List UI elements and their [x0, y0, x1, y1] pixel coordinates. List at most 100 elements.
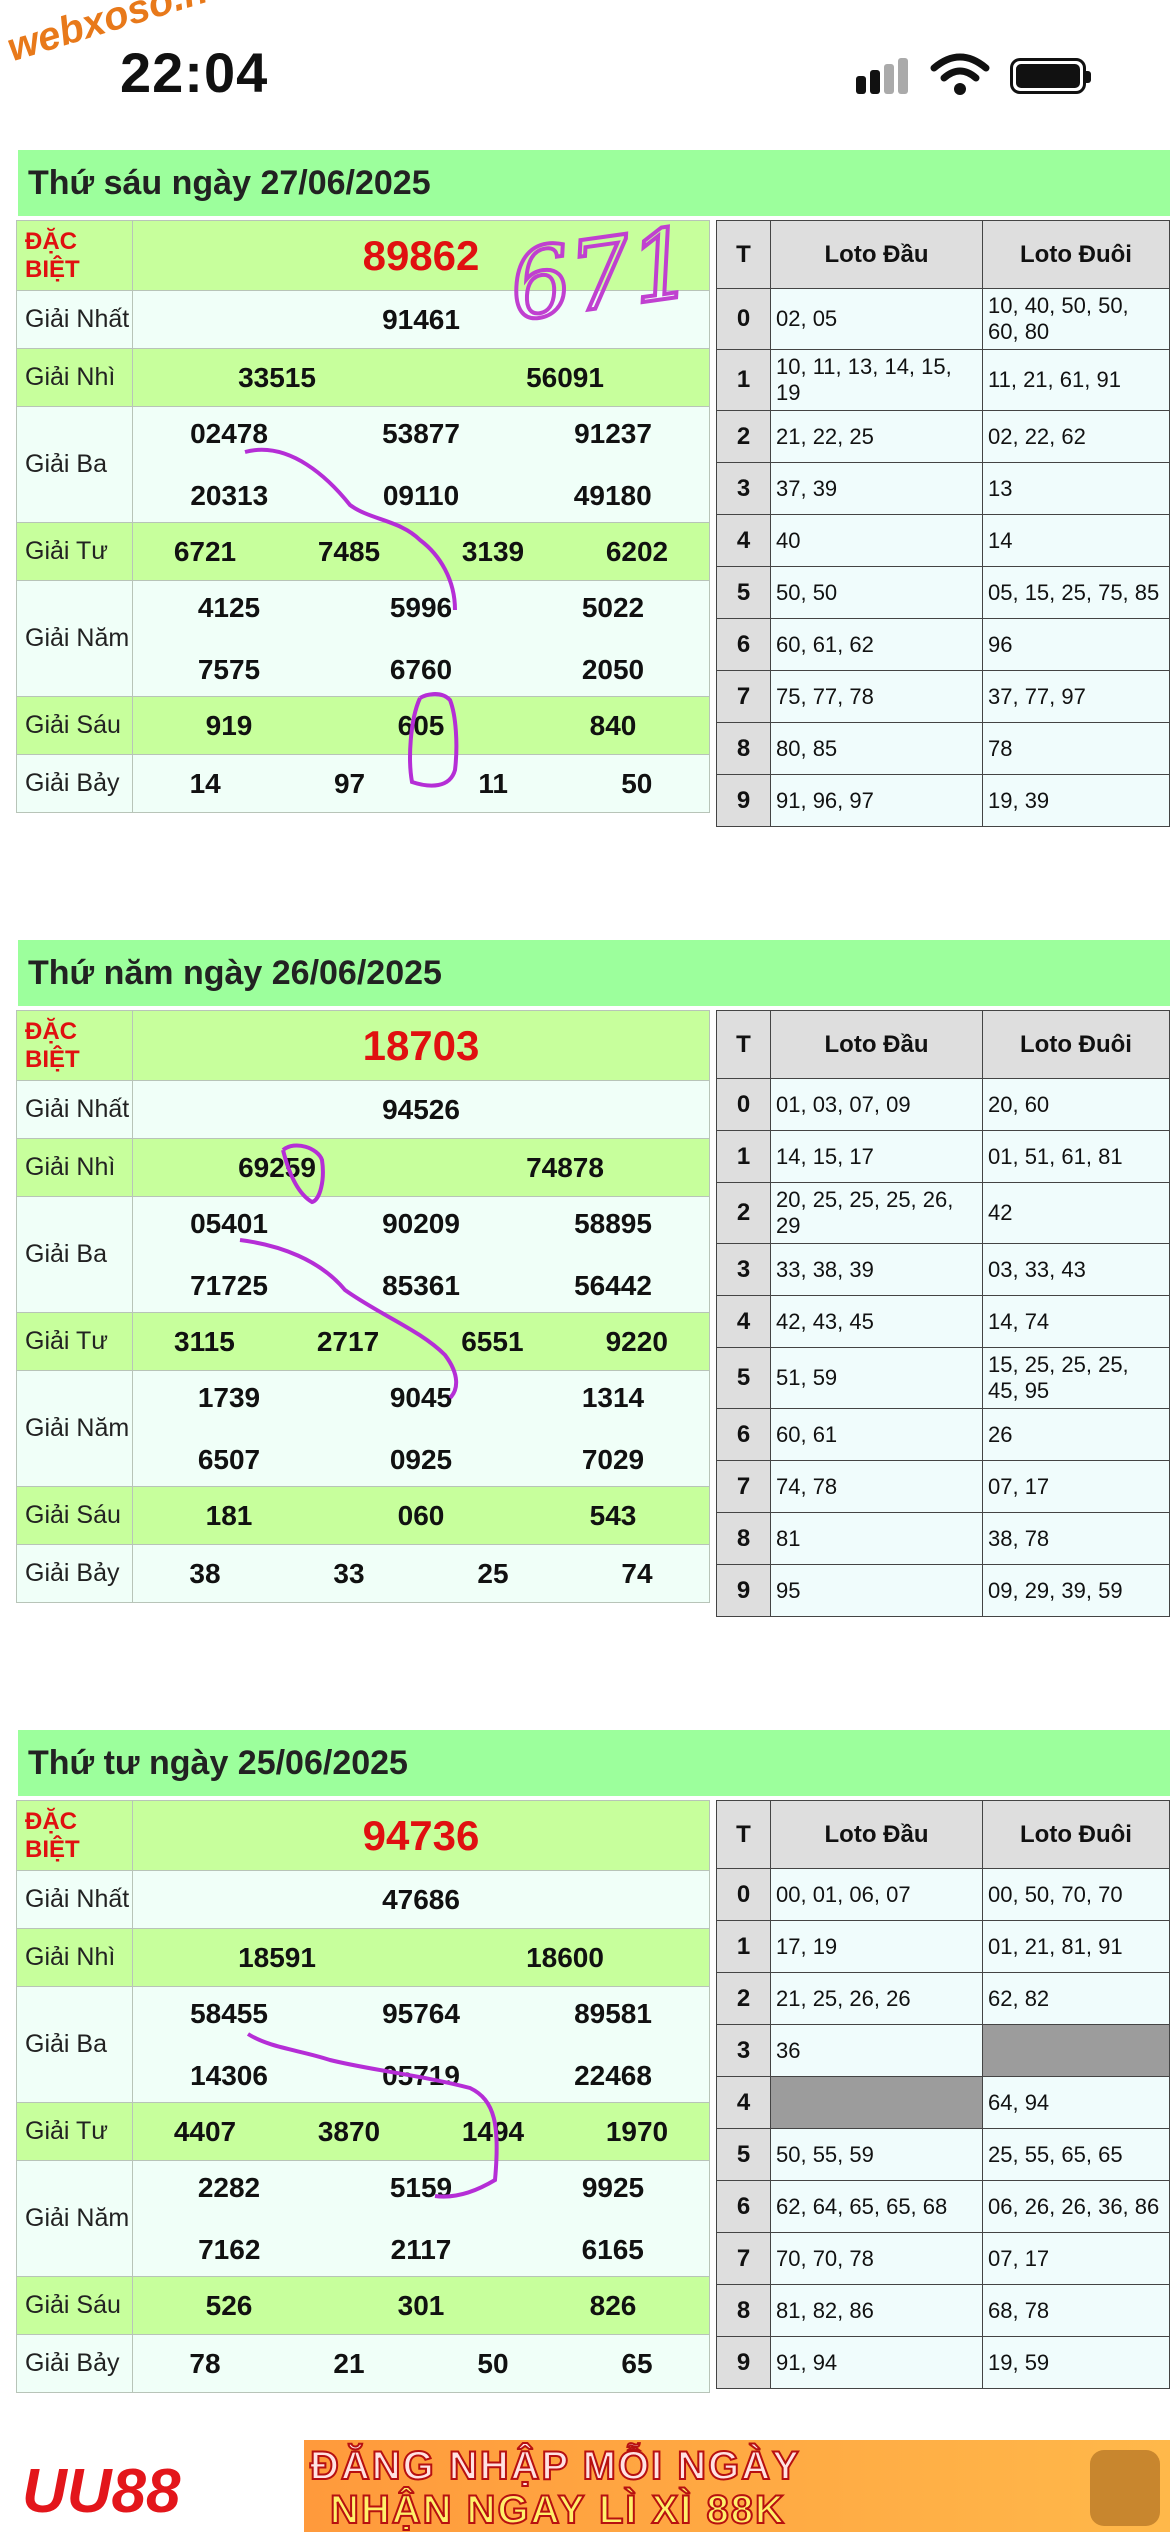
prize-label: Giải Bảy: [16, 1544, 133, 1603]
number-row: 20313 09110 49180: [133, 480, 709, 512]
loto-duoi-cell: 19, 39: [982, 774, 1170, 827]
prize-label: Giải Ba: [16, 1196, 133, 1313]
prize-number: 1314: [581, 1381, 645, 1413]
loto-dau-cell: 70, 70, 78: [770, 2232, 983, 2285]
loto-dau-cell: 62, 64, 65, 65, 68: [770, 2180, 983, 2233]
prize-number: 69259: [238, 1151, 316, 1183]
prize-number: 605: [397, 709, 445, 741]
loto-duoi-cell: 00, 50, 70, 70: [982, 1868, 1170, 1921]
number-row: 58455 95764 89581: [133, 1998, 709, 2030]
prize-number: 58455: [190, 1997, 268, 2029]
loto-duoi-cell: 25, 55, 65, 65: [982, 2128, 1170, 2181]
loto-dau-cell: 81, 82, 86: [770, 2284, 983, 2337]
loto-row: 2 20, 25, 25, 25, 26, 29 42: [716, 1182, 1170, 1244]
loto-dau-cell: 81: [770, 1512, 983, 1565]
loto-dau-cell: 80, 85: [770, 722, 983, 775]
prize-label: Giải Nhất: [16, 290, 133, 349]
loto-table: T Loto Đầu Loto Đuôi 0 01, 03, 07, 09 20, 60 1…: [716, 1010, 1170, 1617]
loto-dau-cell: 50, 55, 59: [770, 2128, 983, 2181]
loto-dau-cell: 37, 39: [770, 462, 983, 515]
loto-header-t: T: [716, 1010, 771, 1079]
loto-table: T Loto Đầu Loto Đuôi 0 00, 01, 06, 07 00, 50,…: [716, 1800, 1170, 2389]
result-section: Thứ sáu ngày 27/06/2025 ĐẶC BIỆT 89862 Giải…: [0, 150, 1170, 940]
loto-header-row: T Loto Đầu Loto Đuôi: [716, 1010, 1170, 1079]
prize-number: 33: [333, 1557, 365, 1589]
prize-number: 18600: [526, 1941, 604, 1973]
prize-value: 02478 53877 91237 20313 09110 49180: [132, 406, 710, 523]
loto-digit: 8: [716, 722, 771, 775]
prize-number: 1970: [605, 2115, 669, 2147]
loto-row: 8 81, 82, 86 68, 78: [716, 2284, 1170, 2337]
loto-duoi-cell: 15, 25, 25, 25, 45, 95: [982, 1347, 1170, 1409]
loto-row: 6 60, 61 26: [716, 1408, 1170, 1461]
prize-value: 919 605 840: [132, 696, 710, 755]
prize-row-special: ĐẶC BIỆT 89862: [16, 220, 710, 291]
prize-row-fifth: Giải Năm 1739 9045 1314 6507 0925 7029: [16, 1370, 710, 1487]
number-row: 7162 2117 6165: [133, 2234, 709, 2266]
prize-row-first: Giải Nhất 47686: [16, 1870, 710, 1929]
prize-number: 7162: [198, 2233, 261, 2265]
prize-number: 6551: [461, 1325, 524, 1357]
prize-number: 3870: [317, 2115, 381, 2147]
prize-label: Giải Sáu: [16, 2276, 133, 2335]
prize-row-special: ĐẶC BIỆT 94736: [16, 1800, 710, 1871]
prize-number: 78: [189, 2347, 221, 2379]
prize-value: 38 33 25 74: [132, 1544, 710, 1603]
prize-number: 02478: [190, 417, 268, 449]
loto-digit: 1: [716, 1130, 771, 1183]
prize-number: 65: [621, 2347, 653, 2379]
loto-row: 8 80, 85 78: [716, 722, 1170, 775]
prize-number: 840: [589, 709, 637, 741]
prize-label: Giải Tư: [16, 522, 133, 581]
banner-logo: UU88: [22, 2457, 181, 2526]
prize-label: Giải Bảy: [16, 2334, 133, 2393]
loto-digit: 3: [716, 2024, 771, 2077]
prize-number: 25: [477, 1557, 509, 1589]
prize-row-seventh: Giải Bảy 78 21 50 65: [16, 2334, 710, 2393]
signal-icon: [884, 64, 894, 94]
special-prize-number: 18703: [362, 1021, 480, 1069]
prize-value: 3115 2717 6551 9220: [132, 1312, 710, 1371]
prize-value: 58455 95764 89581 14306 05719 22468: [132, 1986, 710, 2103]
prize-value: 91461: [132, 290, 710, 349]
loto-header-t: T: [716, 220, 771, 289]
loto-dau-cell: 17, 19: [770, 1920, 983, 1973]
loto-dau-cell: 75, 77, 78: [770, 670, 983, 723]
loto-duoi-cell: 03, 33, 43: [982, 1243, 1170, 1296]
loto-row: 9 95 09, 29, 39, 59: [716, 1564, 1170, 1617]
loto-digit: 0: [716, 288, 771, 350]
prize-label: Giải Bảy: [16, 754, 133, 813]
loto-row: 9 91, 96, 97 19, 39: [716, 774, 1170, 827]
loto-digit: 9: [716, 1564, 771, 1617]
loto-row: 7 74, 78 07, 17: [716, 1460, 1170, 1513]
loto-dau-cell: 33, 38, 39: [770, 1243, 983, 1296]
prize-number: 543: [589, 1499, 637, 1531]
loto-row: 5 50, 50 05, 15, 25, 75, 85: [716, 566, 1170, 619]
loto-duoi-cell: 07, 17: [982, 1460, 1170, 1513]
prize-number: 4407: [173, 2115, 237, 2147]
prize-number: 6721: [173, 535, 237, 567]
prize-row-sixth: Giải Sáu 526 301 826: [16, 2276, 710, 2335]
loto-row: 0 00, 01, 06, 07 00, 50, 70, 70: [716, 1868, 1170, 1921]
prize-number: 301: [397, 2289, 445, 2321]
section-title: Thứ sáu ngày 27/06/2025: [18, 150, 1170, 216]
loto-header-dau: Loto Đầu: [770, 1800, 983, 1869]
loto-row: 6 60, 61, 62 96: [716, 618, 1170, 671]
loto-duoi-cell: 42: [982, 1182, 1170, 1244]
prize-number: 9220: [605, 1325, 668, 1357]
prize-number: 94526: [382, 1093, 460, 1125]
prize-label: Giải Ba: [16, 406, 133, 523]
loto-header-t: T: [716, 1800, 771, 1869]
promo-banner[interactable]: UU88 ĐĂNG NHẬP MỖI NGÀY NHẬN NGAY LÌ XÌ …: [0, 2440, 1170, 2532]
loto-dau-cell: 42, 43, 45: [770, 1295, 983, 1348]
prize-label: Giải Năm: [16, 580, 133, 697]
prize-value: 69259 74878: [132, 1138, 710, 1197]
prize-value: 6721 7485 3139 6202: [132, 522, 710, 581]
prize-value: 94736: [132, 1800, 710, 1871]
loto-duoi-cell: 26: [982, 1408, 1170, 1461]
number-row: 919 605 840: [133, 710, 709, 742]
prize-number: 49180: [573, 479, 652, 511]
loto-digit: 5: [716, 1347, 771, 1409]
loto-duoi-cell: 07, 17: [982, 2232, 1170, 2285]
loto-row: 9 91, 94 19, 59: [716, 2336, 1170, 2389]
